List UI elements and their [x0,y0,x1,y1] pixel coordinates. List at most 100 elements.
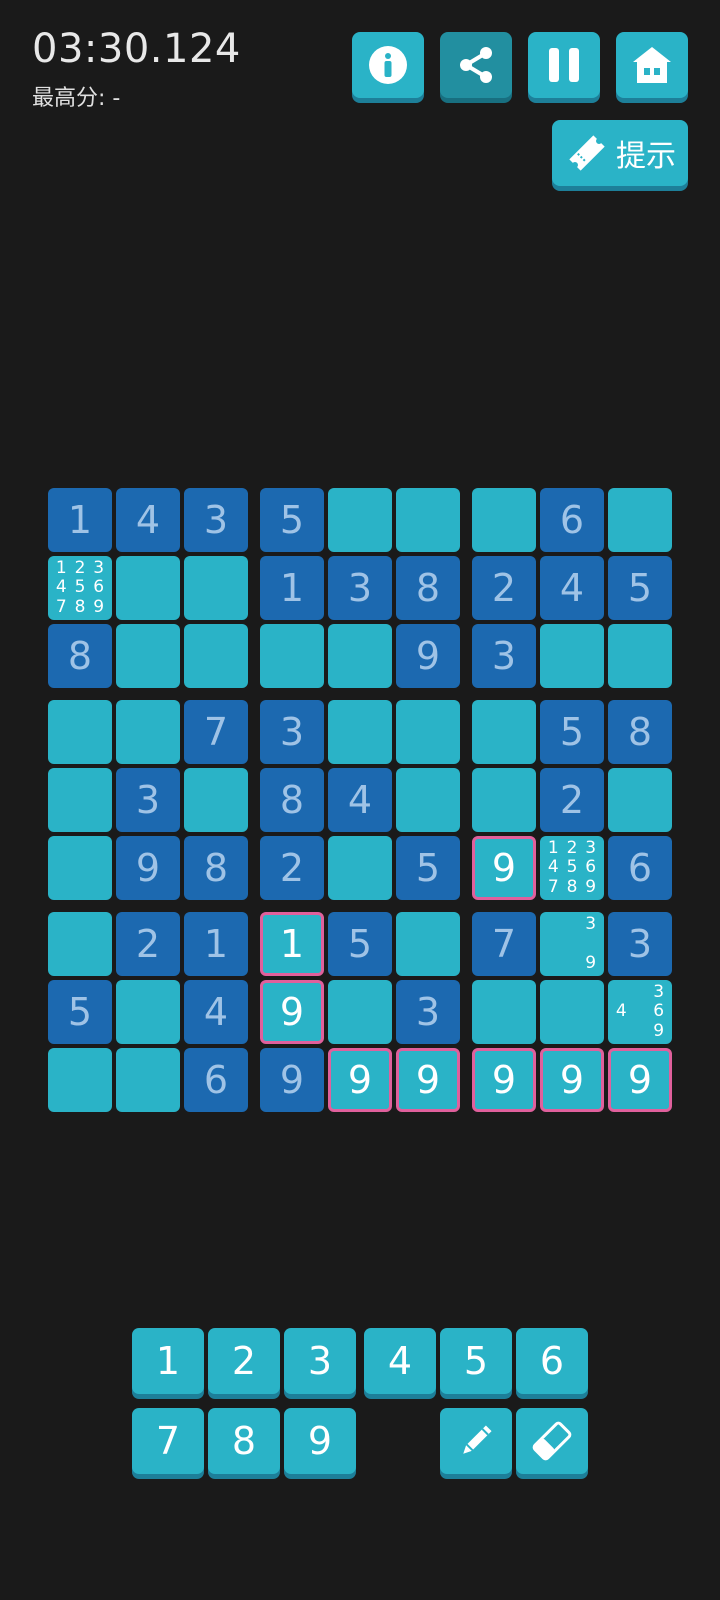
sudoku-cell[interactable] [472,980,536,1044]
sudoku-cell[interactable]: 4 [116,488,180,552]
eraser-button[interactable] [516,1408,588,1474]
number-key-8[interactable]: 8 [208,1408,280,1474]
pause-button[interactable] [528,32,600,98]
sudoku-cell[interactable]: 2 [260,836,324,900]
sudoku-cell[interactable]: 9 [608,1048,672,1112]
number-key-9[interactable]: 9 [284,1408,356,1474]
sudoku-cell[interactable] [608,768,672,832]
number-key-7[interactable]: 7 [132,1408,204,1474]
number-key-1[interactable]: 1 [132,1328,204,1394]
sudoku-cell[interactable]: 7 [472,912,536,976]
note-digit: 6 [653,1001,665,1022]
sudoku-cell[interactable]: 9 [260,1048,324,1112]
sudoku-cell[interactable] [328,700,392,764]
sudoku-cell[interactable] [328,488,392,552]
number-key-3[interactable]: 3 [284,1328,356,1394]
sudoku-cell[interactable]: 5 [396,836,460,900]
sudoku-cell[interactable] [116,556,180,620]
sudoku-cell[interactable] [396,488,460,552]
sudoku-cell[interactable] [396,912,460,976]
sudoku-cell[interactable] [48,836,112,900]
number-key-4[interactable]: 4 [364,1328,436,1394]
sudoku-cell[interactable]: 9 [540,1048,604,1112]
sudoku-cell[interactable]: 6 [608,836,672,900]
sudoku-cell[interactable]: 4 [328,768,392,832]
sudoku-cell[interactable]: 2 [540,768,604,832]
sudoku-cell[interactable] [116,624,180,688]
sudoku-cell[interactable]: 7 [184,700,248,764]
sudoku-cell[interactable]: 3 [260,700,324,764]
sudoku-cell[interactable]: 6 [184,1048,248,1112]
sudoku-cell[interactable] [540,624,604,688]
sudoku-cell[interactable] [184,556,248,620]
sudoku-cell[interactable]: 9 [116,836,180,900]
sudoku-cell[interactable]: 9 [472,836,536,900]
sudoku-cell[interactable] [608,624,672,688]
sudoku-cell[interactable]: 5 [48,980,112,1044]
sudoku-cell[interactable] [608,488,672,552]
sudoku-cell[interactable] [396,768,460,832]
sudoku-cell[interactable]: 3 [396,980,460,1044]
sudoku-cell[interactable] [472,700,536,764]
note-digit: 4 [547,857,559,878]
sudoku-cell[interactable]: 9 [396,624,460,688]
sudoku-cell[interactable]: 9 [260,980,324,1044]
sudoku-cell[interactable] [116,980,180,1044]
sudoku-cell[interactable] [48,1048,112,1112]
sudoku-cell[interactable]: 3 4 69 [608,980,672,1044]
sudoku-cell[interactable]: 3 [184,488,248,552]
sudoku-cell[interactable]: 8 [608,700,672,764]
sudoku-cell[interactable]: 8 [48,624,112,688]
sudoku-cell[interactable] [48,768,112,832]
sudoku-cell[interactable] [396,700,460,764]
pencil-button[interactable] [440,1408,512,1474]
sudoku-cell[interactable]: 4 [184,980,248,1044]
sudoku-cell[interactable] [116,700,180,764]
sudoku-cell[interactable]: 5 [260,488,324,552]
sudoku-cell[interactable]: 39 [540,912,604,976]
sudoku-cell[interactable]: 123 456 789 [540,836,604,900]
sudoku-cell[interactable] [472,488,536,552]
home-button[interactable] [616,32,688,98]
sudoku-cell[interactable]: 1 [184,912,248,976]
sudoku-cell[interactable]: 6 [540,488,604,552]
info-button[interactable] [352,32,424,98]
sudoku-cell[interactable]: 9 [396,1048,460,1112]
sudoku-cell[interactable]: 5 [540,700,604,764]
number-key-5[interactable]: 5 [440,1328,512,1394]
sudoku-cell[interactable]: 2 [116,912,180,976]
sudoku-cell[interactable]: 3 [608,912,672,976]
sudoku-cell[interactable] [472,768,536,832]
sudoku-cell[interactable]: 1 [48,488,112,552]
share-button[interactable] [440,32,512,98]
sudoku-cell[interactable] [184,768,248,832]
sudoku-cell[interactable] [48,700,112,764]
sudoku-cell[interactable]: 9 [472,1048,536,1112]
number-key-2[interactable]: 2 [208,1328,280,1394]
number-key-6[interactable]: 6 [516,1328,588,1394]
sudoku-cell[interactable]: 5 [608,556,672,620]
sudoku-cell[interactable] [260,624,324,688]
sudoku-cell[interactable]: 3 [116,768,180,832]
sudoku-cell[interactable]: 3 [328,556,392,620]
sudoku-cell[interactable] [48,912,112,976]
sudoku-cell[interactable]: 4 [540,556,604,620]
sudoku-cell[interactable]: 8 [184,836,248,900]
sudoku-cell[interactable] [328,624,392,688]
sudoku-cell[interactable]: 8 [260,768,324,832]
sudoku-cell[interactable] [540,980,604,1044]
hint-button[interactable]: 提示 [552,120,688,186]
sudoku-cell[interactable]: 9 [328,1048,392,1112]
note-digit: 9 [653,1020,665,1041]
sudoku-cell[interactable]: 1 [260,912,324,976]
sudoku-cell[interactable]: 123 456 789 [48,556,112,620]
sudoku-cell[interactable]: 1 [260,556,324,620]
sudoku-cell[interactable]: 2 [472,556,536,620]
sudoku-cell[interactable] [116,1048,180,1112]
sudoku-cell[interactable] [328,836,392,900]
sudoku-cell[interactable] [328,980,392,1044]
sudoku-cell[interactable]: 8 [396,556,460,620]
sudoku-cell[interactable] [184,624,248,688]
sudoku-cell[interactable]: 5 [328,912,392,976]
sudoku-cell[interactable]: 3 [472,624,536,688]
